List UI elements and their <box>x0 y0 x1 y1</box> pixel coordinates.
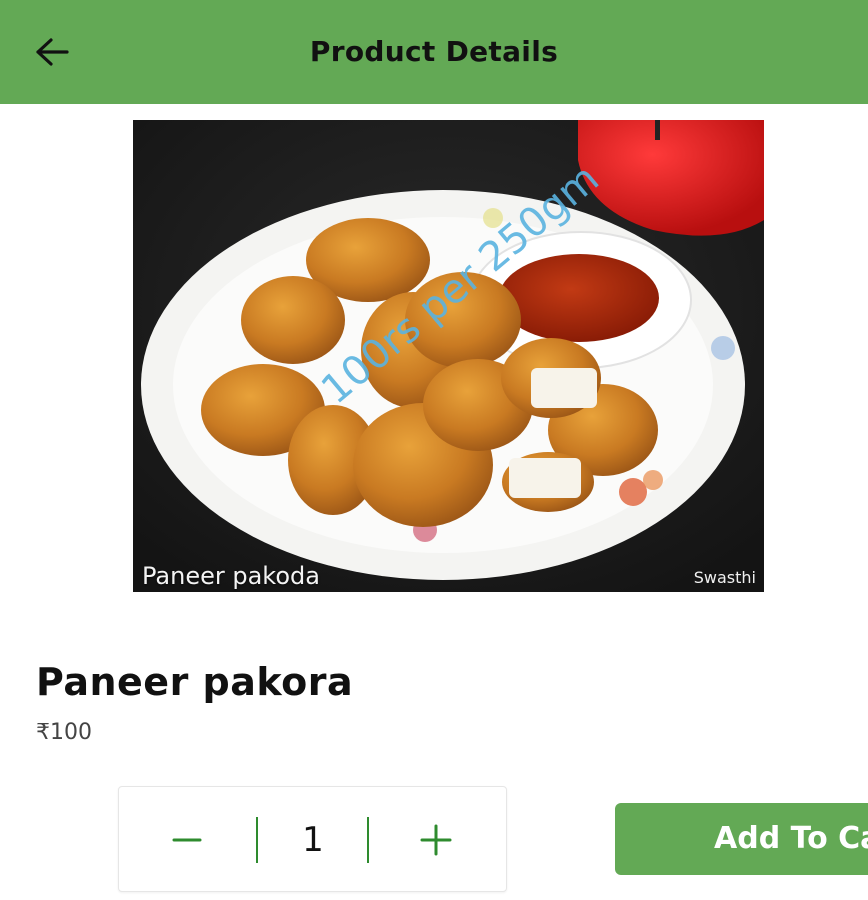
quantity-stepper: 1 <box>118 786 507 892</box>
add-to-cart-container: Add To Cart <box>615 803 868 875</box>
increase-quantity-button[interactable] <box>408 813 464 867</box>
decrease-quantity-button[interactable] <box>159 813 215 867</box>
product-photo-illustration <box>133 120 764 592</box>
image-caption: Paneer pakoda <box>142 562 320 590</box>
minus-icon <box>172 838 202 842</box>
stepper-divider <box>256 817 258 863</box>
stepper-divider <box>367 817 369 863</box>
product-image: 100rs per 250gm Paneer pakoda Swasthi <box>133 120 764 592</box>
image-credit: Swasthi <box>693 568 756 587</box>
add-to-cart-label: Add To Cart <box>714 821 868 856</box>
product-price: ₹100 <box>36 720 92 745</box>
back-button[interactable] <box>22 30 82 74</box>
quantity-value: 1 <box>302 820 324 860</box>
app-bar: Product Details <box>0 0 868 104</box>
arrow-left-icon <box>36 38 69 66</box>
page-title: Product Details <box>309 35 559 68</box>
plus-icon <box>420 824 452 856</box>
product-name: Paneer pakora <box>36 660 354 704</box>
add-to-cart-button[interactable]: Add To Cart <box>615 803 868 875</box>
